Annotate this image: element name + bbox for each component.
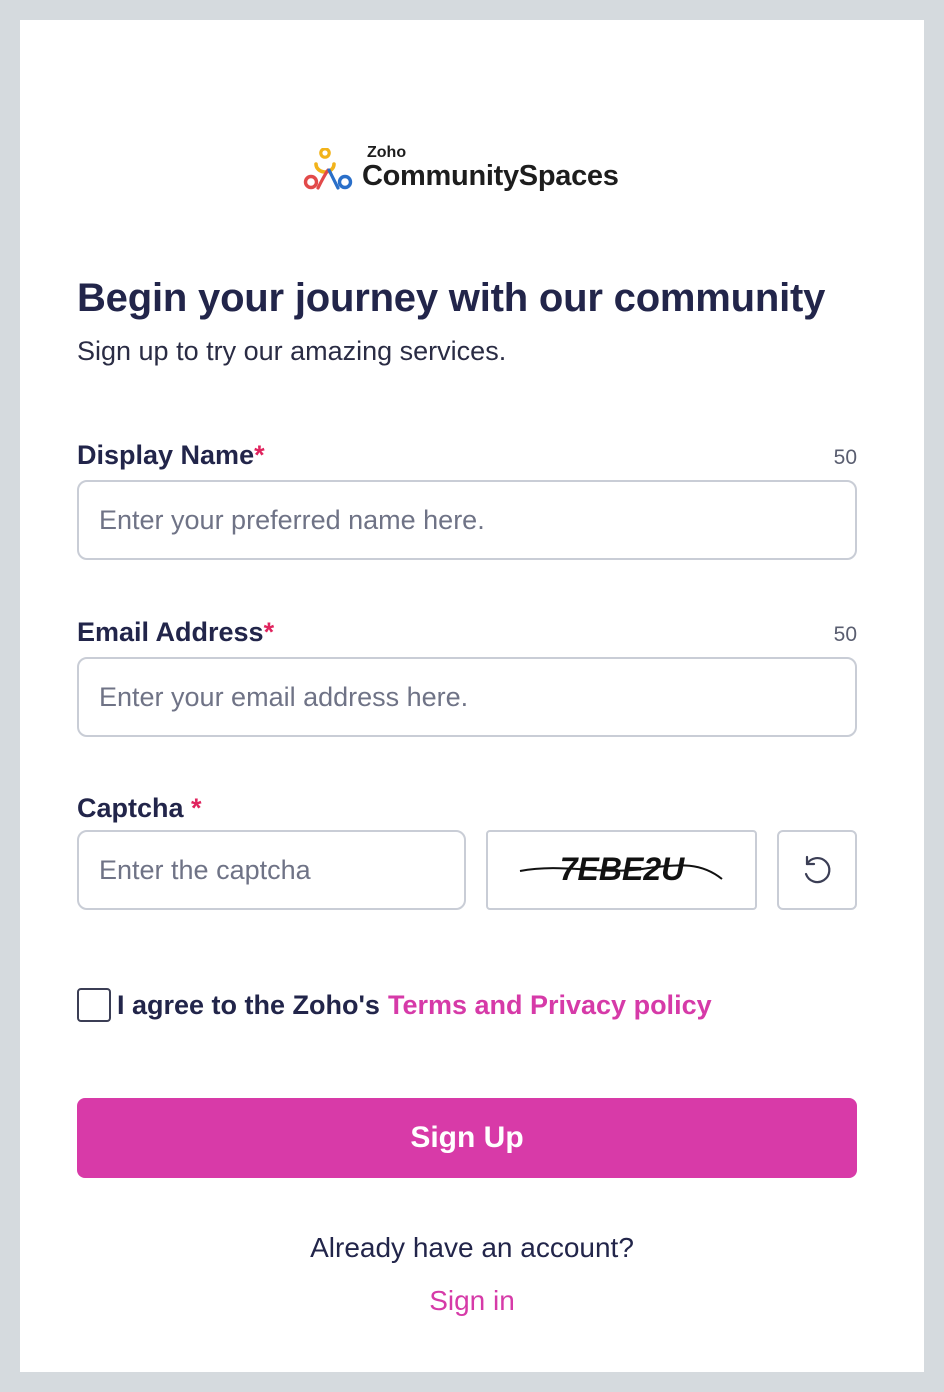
email-char-counter: 50	[833, 623, 857, 646]
email-label-row: Email Address* 50	[77, 617, 857, 648]
required-mark: *	[254, 440, 265, 470]
display-name-placeholder: Enter your preferred name here.	[99, 504, 485, 535]
already-account-text: Already have an account?	[310, 1232, 634, 1263]
captcha-image: 7EBE2U	[486, 830, 757, 910]
logo-brand-big: CommunitySpaces	[362, 160, 619, 192]
captcha-label-row: Captcha *	[77, 793, 857, 824]
page-subtitle: Sign up to try our amazing services.	[77, 336, 507, 366]
page-title: Begin your journey with our community	[77, 276, 826, 320]
zoho-communityspaces-logo: Zoho CommunitySpaces	[302, 142, 642, 192]
required-mark: *	[191, 793, 202, 823]
refresh-icon	[804, 855, 831, 884]
agree-terms-text: I agree to the Zoho's Terms and Privacy p…	[117, 989, 712, 1020]
email-label: Email Address*	[77, 617, 275, 647]
terms-privacy-link[interactable]: Terms and Privacy policy	[388, 990, 712, 1020]
captcha-placeholder: Enter the captcha	[99, 854, 311, 885]
signup-card: Zoho CommunitySpaces Begin your journey …	[20, 20, 924, 1372]
captcha-input[interactable]: Enter the captcha	[77, 830, 466, 910]
display-name-char-counter: 50	[833, 446, 857, 469]
display-name-label-row: Display Name* 50	[77, 440, 857, 471]
display-name-input[interactable]: Enter your preferred name here.	[77, 480, 857, 560]
display-name-label: Display Name*	[77, 440, 265, 470]
captcha-refresh-button[interactable]	[777, 830, 857, 910]
logo-wordmark: Zoho CommunitySpaces	[362, 142, 642, 192]
email-placeholder: Enter your email address here.	[99, 681, 469, 712]
required-mark: *	[263, 617, 275, 647]
captcha-image-text: 7EBE2U	[559, 851, 684, 887]
community-logo-icon	[303, 148, 353, 190]
email-input[interactable]: Enter your email address here.	[77, 657, 857, 737]
sign-in-link[interactable]: Sign in	[20, 1285, 924, 1317]
agree-terms-checkbox[interactable]	[77, 988, 111, 1022]
agree-terms-row: I agree to the Zoho's Terms and Privacy p…	[77, 988, 712, 1022]
sign-up-button[interactable]: Sign Up	[77, 1098, 857, 1178]
captcha-label: Captcha *	[77, 793, 202, 823]
